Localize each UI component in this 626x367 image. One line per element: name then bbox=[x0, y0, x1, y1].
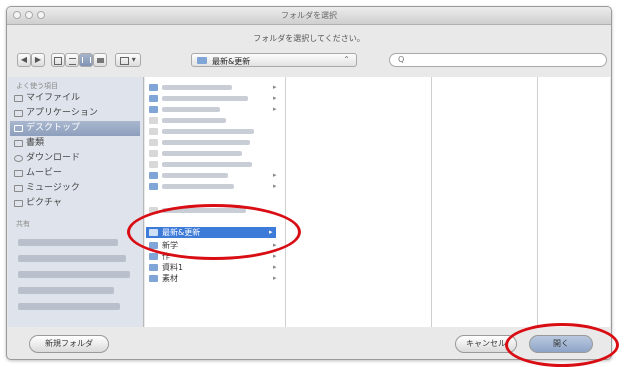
list-item[interactable] bbox=[149, 126, 281, 137]
folder-icon bbox=[149, 275, 158, 282]
shared-heading: 共有 bbox=[16, 220, 30, 228]
arrange-chevron: ▾ bbox=[131, 55, 136, 64]
list-item[interactable] bbox=[149, 115, 281, 126]
sidebar-item-documents[interactable]: 書類 bbox=[10, 136, 140, 151]
column-view-button[interactable] bbox=[79, 53, 93, 67]
icon-view-icon bbox=[54, 57, 62, 65]
sidebar-item-label: ムービー bbox=[26, 168, 63, 178]
file-icon bbox=[149, 161, 158, 168]
location-popup[interactable]: 最新&更新 ⌃ bbox=[191, 53, 357, 67]
column-view-icon bbox=[81, 57, 91, 63]
shared-item[interactable] bbox=[18, 255, 126, 262]
list-view-button[interactable] bbox=[65, 53, 79, 67]
window-title: フォルダを選択 bbox=[281, 11, 337, 20]
search-field[interactable]: Q bbox=[389, 53, 607, 67]
file-icon bbox=[149, 139, 158, 146]
coverflow-view-button[interactable] bbox=[93, 53, 107, 67]
title-bar: フォルダを選択 bbox=[7, 7, 611, 25]
sidebar: よく使う項目 マイファイル アプリケーション デスクトップ 書類 ダウンロード … bbox=[8, 77, 144, 327]
sidebar-item-music[interactable]: ミュージック bbox=[10, 181, 140, 196]
sidebar-item-label: アプリケーション bbox=[26, 108, 98, 118]
list-item[interactable]: ▸ bbox=[149, 170, 281, 181]
sidebar-item-label: ピクチャ bbox=[26, 198, 62, 208]
movies-icon bbox=[14, 170, 23, 177]
folder-icon bbox=[149, 172, 158, 179]
documents-icon bbox=[14, 140, 23, 147]
list-item[interactable] bbox=[149, 137, 281, 148]
browser-column-3 bbox=[432, 77, 538, 327]
list-item[interactable]: 素材 ▸ bbox=[149, 273, 281, 284]
sidebar-item-myfiles[interactable]: マイファイル bbox=[10, 91, 140, 106]
downloads-icon bbox=[14, 155, 23, 162]
forward-button[interactable]: ▶ bbox=[31, 53, 45, 67]
list-item[interactable] bbox=[149, 148, 281, 159]
dialog-prompt: フォルダを選択してください。 bbox=[253, 34, 365, 43]
sidebar-item-pictures[interactable]: ピクチャ bbox=[10, 196, 140, 211]
sidebar-item-applications[interactable]: アプリケーション bbox=[10, 106, 140, 121]
list-view-icon bbox=[68, 58, 76, 65]
sidebar-item-label: ダウンロード bbox=[26, 153, 81, 163]
sidebar-item-label: マイファイル bbox=[26, 93, 81, 103]
list-item[interactable]: ▸ bbox=[149, 181, 281, 192]
annotation-circle-open-button bbox=[505, 323, 619, 367]
desktop-icon bbox=[14, 125, 23, 132]
folder-icon bbox=[149, 183, 158, 190]
file-icon bbox=[149, 150, 158, 157]
shared-item[interactable] bbox=[18, 287, 114, 294]
shared-item[interactable] bbox=[18, 271, 130, 278]
folder-icon bbox=[149, 264, 158, 271]
sidebar-item-movies[interactable]: ムービー bbox=[10, 166, 140, 181]
folder-icon bbox=[149, 253, 158, 260]
location-chevron-icon: ⌃ bbox=[343, 55, 350, 64]
sidebar-item-desktop[interactable]: デスクトップ bbox=[10, 121, 140, 136]
shared-item[interactable] bbox=[18, 239, 118, 246]
file-icon bbox=[149, 128, 158, 135]
list-item[interactable]: ▸ bbox=[149, 104, 281, 115]
location-label: 最新&更新 bbox=[212, 57, 251, 66]
applications-icon bbox=[14, 110, 23, 117]
toolbar: ◀ ▶ ▾ 最新&更新 ⌃ Q bbox=[17, 53, 607, 69]
folder-icon bbox=[149, 84, 158, 91]
search-icon: Q bbox=[398, 55, 405, 64]
shared-item[interactable] bbox=[18, 303, 120, 310]
arrange-icon bbox=[120, 57, 130, 65]
music-icon bbox=[14, 185, 23, 192]
icon-view-button[interactable] bbox=[51, 53, 65, 67]
folder-icon bbox=[149, 95, 158, 102]
folder-icon bbox=[197, 57, 207, 64]
list-item[interactable] bbox=[149, 159, 281, 170]
folder-icon bbox=[149, 106, 158, 113]
folder-chooser-dialog: フォルダを選択 フォルダを選択してください。 ◀ ▶ ▾ 最新&更新 ⌃ Q よ… bbox=[6, 6, 612, 360]
sidebar-item-label: ミュージック bbox=[26, 183, 80, 193]
browser-column-1: ▸ ▸ ▸ ▸ ▸ 最新&更新 ▸ 新学 ▸ 作 ▸ 資料1 ▸ 素材 ▸ bbox=[145, 77, 286, 327]
browser-column-4 bbox=[538, 77, 610, 327]
all-my-files-icon bbox=[14, 95, 23, 102]
list-item[interactable]: ▸ bbox=[149, 82, 281, 93]
sidebar-item-downloads[interactable]: ダウンロード bbox=[10, 151, 140, 166]
arrange-button[interactable]: ▾ bbox=[115, 53, 141, 67]
file-icon bbox=[149, 117, 158, 124]
browser-column-2 bbox=[286, 77, 432, 327]
pictures-icon bbox=[14, 200, 23, 207]
sidebar-item-label: デスクトップ bbox=[26, 123, 81, 133]
list-item[interactable]: 資料1 ▸ bbox=[149, 262, 281, 273]
favorites-heading: よく使う項目 bbox=[16, 82, 58, 90]
list-item[interactable]: ▸ bbox=[149, 93, 281, 104]
annotation-circle-folder bbox=[127, 204, 301, 260]
coverflow-view-icon bbox=[96, 58, 104, 63]
back-button[interactable]: ◀ bbox=[17, 53, 31, 67]
sidebar-item-label: 書類 bbox=[26, 138, 45, 148]
new-folder-button[interactable]: 新規フォルダ bbox=[29, 335, 109, 353]
